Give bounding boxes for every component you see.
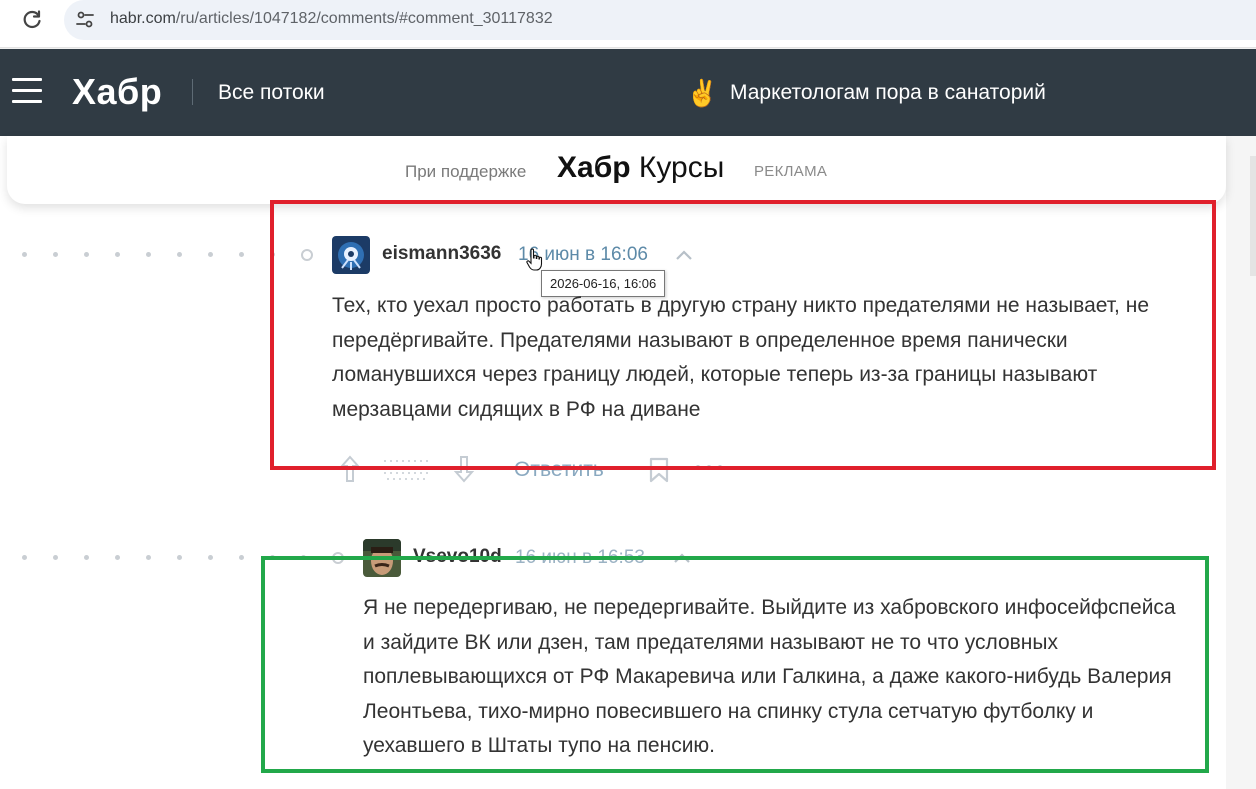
sponsor-brand-bold: Хабр [557,151,631,184]
all-streams-link[interactable]: Все потоки [218,81,325,105]
promo-link[interactable]: Маркетологам пора в санаторий [730,81,1046,105]
thread-ring-icon[interactable] [301,249,313,261]
reply-button[interactable]: Ответить [514,458,604,482]
header-divider [192,79,193,105]
site-header: Хабр Все потоки ✌️ Маркетологам пора в с… [0,49,1256,136]
comment-text: Я не передергиваю, не передергивайте. Вы… [363,596,1176,757]
thread-indent-dots [22,555,322,563]
page-scrollbar[interactable] [1226,136,1256,789]
comment-actions: Ответить [332,452,752,488]
thread-ring-icon[interactable] [332,552,344,564]
more-options-icon[interactable] [694,462,724,472]
hamburger-menu-icon[interactable] [12,78,42,104]
sponsor-brand[interactable]: Хабр Курсы [557,151,724,185]
victory-hand-icon: ✌️ [686,78,719,108]
chevron-up-icon[interactable] [675,249,693,261]
address-bar[interactable]: habr.com/ru/articles/1047182/comments/#c… [64,0,1256,40]
url-host: habr.com [110,10,176,27]
url-text[interactable]: habr.com/ru/articles/1047182/comments/#c… [110,10,553,28]
site-info-icon[interactable] [74,9,96,31]
sponsor-brand-rest: Курсы [630,151,725,184]
vote-up-icon[interactable] [338,454,362,484]
comment-text: Тех, кто уехал просто работать в другую … [332,294,1150,421]
sponsor-banner[interactable]: При поддержке Хабр Курсы РЕКЛАМА [7,136,1226,204]
reload-icon[interactable] [20,8,44,32]
comment-timestamp[interactable]: 16 июн в 16:53 [515,547,645,569]
browser-toolbar: habr.com/ru/articles/1047182/comments/#c… [0,0,1256,48]
vote-score-placeholder-icon [384,460,428,480]
thread-indent-dots [22,252,282,260]
avatar[interactable] [332,236,370,274]
ad-label: РЕКЛАМА [754,163,828,180]
chevron-up-icon[interactable] [673,552,691,564]
habr-logo[interactable]: Хабр [72,71,162,113]
comment-author[interactable]: eismann3636 [382,243,501,265]
vote-down-icon[interactable] [452,454,476,484]
hand-cursor-icon [526,248,543,271]
bookmark-icon[interactable] [648,456,670,484]
sponsor-label: При поддержке [405,162,527,181]
comment-author[interactable]: Vsevo10d [413,546,502,568]
url-path: /ru/articles/1047182/comments/#comment_3… [175,10,553,27]
avatar[interactable] [363,539,401,577]
